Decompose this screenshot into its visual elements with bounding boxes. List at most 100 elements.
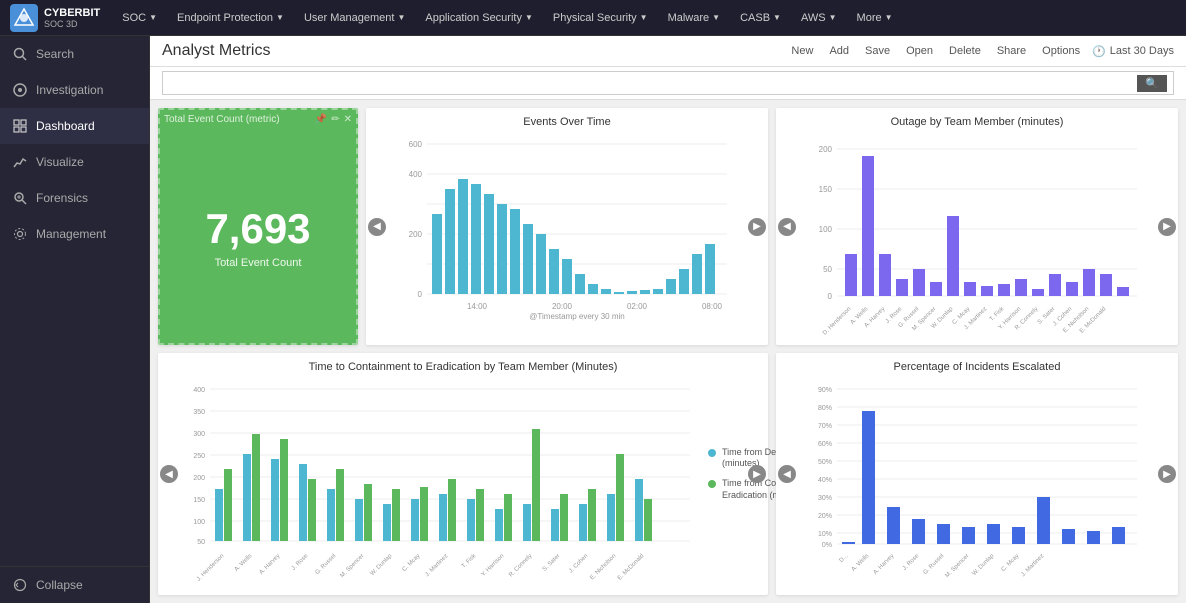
content-area: Analyst Metrics New Add Save Open Delete… <box>150 36 1186 603</box>
incidents-nav-left[interactable]: ◀ <box>778 465 796 483</box>
logo: CYBERBIT SOC 3D <box>10 4 100 32</box>
svg-text:M. Spencer: M. Spencer <box>944 553 970 579</box>
visualize-icon <box>12 154 28 170</box>
svg-text:J. Martinez: J. Martinez <box>1020 553 1045 578</box>
svg-text:C. Mcay: C. Mcay <box>1001 553 1021 573</box>
svg-text:100: 100 <box>819 225 833 234</box>
nav-soc[interactable]: SOC ▼ <box>114 8 165 28</box>
svg-text:M. Spencer: M. Spencer <box>339 553 365 579</box>
nav-user-mgmt[interactable]: User Management ▼ <box>296 8 413 28</box>
svg-text:80%: 80% <box>818 405 832 412</box>
metric-ctrl-pin[interactable]: 📌 <box>315 114 327 125</box>
svg-text:250: 250 <box>193 453 205 460</box>
svg-text:A. Harvey: A. Harvey <box>873 553 896 576</box>
svg-text:T. Fisk: T. Fisk <box>461 552 478 569</box>
nav-more[interactable]: More ▼ <box>849 8 901 28</box>
svg-text:08:00: 08:00 <box>702 302 723 311</box>
containment-nav-left[interactable]: ◀ <box>160 465 178 483</box>
sidebar-forensics-label: Forensics <box>36 191 88 205</box>
dashboard-icon <box>12 118 28 134</box>
collapse-button[interactable]: Collapse <box>0 567 149 603</box>
nav-endpoint[interactable]: Endpoint Protection ▼ <box>169 8 292 28</box>
add-button[interactable]: Add <box>825 43 853 59</box>
forensics-icon <box>12 190 28 206</box>
outage-nav-left[interactable]: ◀ <box>778 218 796 236</box>
svg-text:20%: 20% <box>818 513 832 520</box>
legend-dot-detection <box>708 449 716 457</box>
open-button[interactable]: Open <box>902 43 937 59</box>
share-button[interactable]: Share <box>993 43 1030 59</box>
svg-text:D. Henderson: D. Henderson <box>822 306 852 336</box>
svg-text:400: 400 <box>193 387 205 394</box>
svg-text:200: 200 <box>409 230 423 239</box>
incidents-nav-right[interactable]: ▶ <box>1158 465 1176 483</box>
svg-text:0: 0 <box>828 292 833 301</box>
metric-ctrl-edit[interactable]: ✏ <box>331 114 339 125</box>
nav-aws[interactable]: AWS ▼ <box>793 8 845 28</box>
nav-malware[interactable]: Malware ▼ <box>660 8 729 28</box>
svg-text:50%: 50% <box>818 459 832 466</box>
svg-text:J. Martinez: J. Martinez <box>424 553 449 578</box>
incidents-chart-svg: 90% 80% 70% 60% 50% 40% 30% 20% 10% 0% <box>798 379 1156 569</box>
svg-text:50: 50 <box>197 539 205 546</box>
sidebar-bottom: Collapse <box>0 566 149 603</box>
search-bar-wrapper: 🔍 <box>150 67 1186 100</box>
sidebar-item-dashboard[interactable]: Dashboard <box>0 108 149 144</box>
logo-text: CYBERBIT <box>44 7 100 19</box>
outage-nav-right[interactable]: ▶ <box>1158 218 1176 236</box>
save-button[interactable]: Save <box>861 43 894 59</box>
sidebar-investigation-label: Investigation <box>36 83 103 97</box>
svg-text:300: 300 <box>193 431 205 438</box>
sidebar-management-label: Management <box>36 227 106 241</box>
containment-widget: ◀ ▶ Time to Containment to Eradication b… <box>158 353 768 595</box>
svg-text:G. Russel: G. Russel <box>923 553 946 576</box>
sidebar-item-investigation[interactable]: Investigation <box>0 72 149 108</box>
new-button[interactable]: New <box>787 43 817 59</box>
svg-text:A. Wells: A. Wells <box>851 553 871 573</box>
svg-text:Y. Harrison: Y. Harrison <box>480 553 505 578</box>
dashboard-grid: Total Event Count (metric) 📌 ✏ ✕ 7,693 T… <box>150 100 1186 603</box>
sidebar: Search Investigation Dashboard Visualize… <box>0 36 150 603</box>
top-navigation: CYBERBIT SOC 3D SOC ▼ Endpoint Protectio… <box>0 0 1186 36</box>
nav-app-sec[interactable]: Application Security ▼ <box>417 8 541 28</box>
sidebar-item-search[interactable]: Search <box>0 36 149 72</box>
svg-text:C. Mcay: C. Mcay <box>402 553 422 573</box>
svg-text:30%: 30% <box>818 495 832 502</box>
search-submit-button[interactable]: 🔍 <box>1137 75 1167 92</box>
main-layout: Search Investigation Dashboard Visualize… <box>0 36 1186 603</box>
metric-ctrl-close[interactable]: ✕ <box>344 114 352 125</box>
incidents-title: Percentage of Incidents Escalated <box>798 361 1156 373</box>
outage-chart-svg: 200 150 100 50 0 <box>798 134 1156 319</box>
options-button[interactable]: Options <box>1038 43 1084 59</box>
collapse-label: Collapse <box>36 578 83 592</box>
containment-nav-right[interactable]: ▶ <box>748 465 766 483</box>
clock-icon: 🕐 <box>1092 45 1106 58</box>
logo-sub: SOC 3D <box>44 19 100 29</box>
metric-widget: Total Event Count (metric) 📌 ✏ ✕ 7,693 T… <box>158 108 358 345</box>
nav-casb[interactable]: CASB ▼ <box>732 8 789 28</box>
page-title: Analyst Metrics <box>162 42 270 60</box>
svg-text:E. Nicholson: E. Nicholson <box>589 553 617 581</box>
events-nav-right[interactable]: ▶ <box>748 218 766 236</box>
svg-text:100: 100 <box>193 519 205 526</box>
events-nav-left[interactable]: ◀ <box>368 218 386 236</box>
svg-text:10%: 10% <box>818 531 832 538</box>
sidebar-dashboard-label: Dashboard <box>36 119 95 133</box>
time-range-label: Last 30 Days <box>1110 45 1174 57</box>
svg-text:@Timestamp every 30 min: @Timestamp every 30 min <box>529 312 624 321</box>
svg-text:G. Russel: G. Russel <box>315 553 338 576</box>
sidebar-item-visualize[interactable]: Visualize <box>0 144 149 180</box>
management-icon <box>12 226 28 242</box>
svg-text:02:00: 02:00 <box>627 302 648 311</box>
search-icon <box>12 46 28 62</box>
nav-physical[interactable]: Physical Security ▼ <box>545 8 656 28</box>
incidents-escalated-widget: ◀ ▶ Percentage of Incidents Escalated <box>776 353 1178 595</box>
svg-text:J. Rose: J. Rose <box>291 553 310 572</box>
time-range[interactable]: 🕐 Last 30 Days <box>1092 45 1174 58</box>
svg-text:70%: 70% <box>818 423 832 430</box>
sidebar-item-forensics[interactable]: Forensics <box>0 180 149 216</box>
sidebar-item-management[interactable]: Management <box>0 216 149 252</box>
svg-text:S. Sater: S. Sater <box>542 553 562 573</box>
search-input[interactable] <box>169 77 1137 89</box>
delete-button[interactable]: Delete <box>945 43 985 59</box>
